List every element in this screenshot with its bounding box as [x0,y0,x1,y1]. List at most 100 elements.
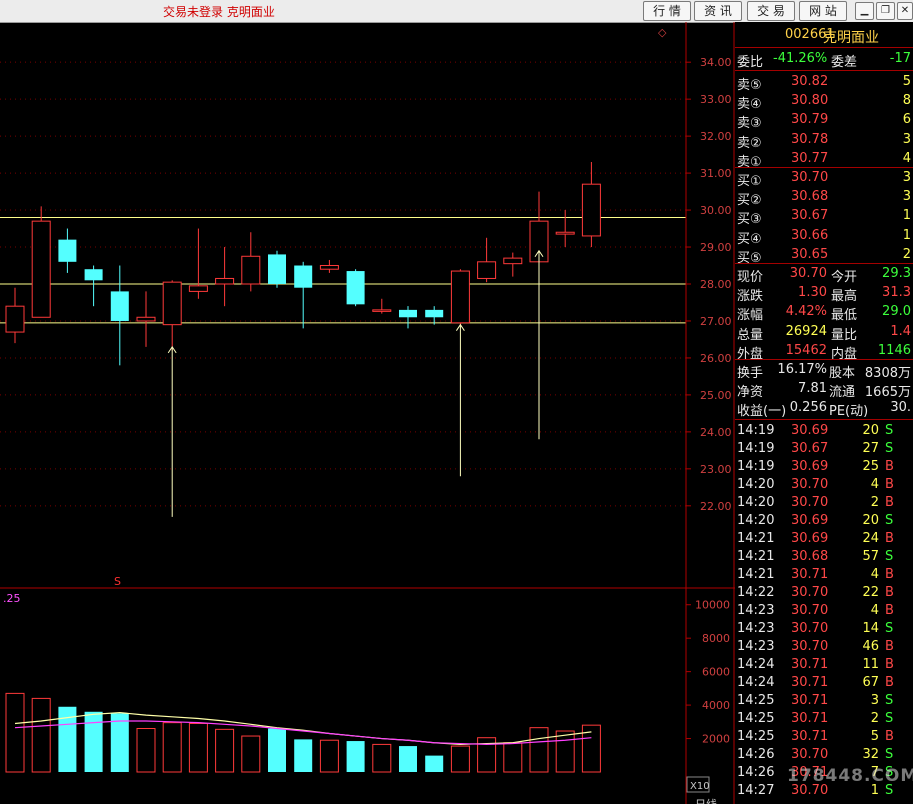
volume-bar [268,728,286,772]
order-ratio-row: 委比 -41.26% 委差 -17 [735,50,913,70]
quotes-button[interactable]: 行 情 [643,1,691,21]
stat-label-2: 最低 [831,308,858,324]
volume-bar [294,739,313,772]
tick-price: 30.70 [791,747,829,762]
buy-volume: 3 [902,170,911,185]
buy-row: 买④ 30.66 1 [735,227,913,247]
candle [110,265,129,366]
volume-tick-label: 4000 [702,699,730,712]
stat-value-2: 1.4 [890,323,911,339]
tick-side: S [885,423,894,438]
tick-time: 14:20 [737,495,775,510]
stat-label: 总量 [737,327,764,343]
tick-side: S [885,441,894,456]
tick-volume: 4 [870,477,879,492]
tick-price: 30.71 [791,729,829,744]
tick-price: 30.70 [791,585,829,600]
order-diff-value: -17 [889,51,911,66]
tick-side: B [885,459,894,474]
candle [399,306,417,329]
sell-volume: 6 [902,112,911,128]
buy-label: 买② [737,193,762,209]
buy-label: 买④ [737,231,762,247]
fund-value-2: 8308万 [864,366,911,381]
buy-label: 买① [737,174,762,189]
tick-price: 30.70 [791,477,829,492]
buy-row: 买③ 30.67 1 [735,207,913,227]
tick-volume: 2 [870,495,879,510]
tick-time: 14:27 [737,783,775,798]
period-label[interactable]: 日线 [695,797,717,804]
tick-time: 14:19 [737,441,775,456]
fund-value: 7.81 [798,381,827,397]
kline-chart[interactable]: 34.00 33.00 32.00 31.00 30.00 29.00 28.00 27.00… [0,22,735,804]
s-marker: S [114,575,121,588]
tick-time: 14:23 [737,621,775,636]
sell-row: 卖③ 30.79 6 [735,111,913,131]
sell-volume: 4 [902,150,911,166]
tick-time: 14:26 [737,747,775,762]
volume-axis: 10000 8000 6000 4000 2000 [686,599,730,746]
tick-price: 30.70 [791,603,829,618]
volume-bar [215,728,235,773]
candle [58,228,77,273]
stat-label-2: 量比 [831,327,858,343]
price-tick-label: 30.00 [700,204,732,217]
tick-time: 14:22 [737,585,775,600]
buy-row: 买② 30.68 3 [735,188,913,209]
tick-side: S [885,711,894,726]
stat-label: 现价 [737,270,764,285]
tick-time: 14:20 [737,477,775,492]
sell-row: 卖⑤ 30.82 5 [735,73,913,93]
tick-side: B [885,657,894,672]
sell-price: 30.78 [791,131,829,147]
close-icon[interactable]: ✕ [897,2,913,20]
volume-bar [188,722,208,773]
fundamental-row: 净资 7.81 流通 1665万 [735,380,913,401]
tick-row: 14:23 30.70 4 B [735,602,913,621]
tick-volume: 3 [870,693,879,708]
fund-label-2: PE(动) [829,404,869,420]
candle [346,269,365,307]
news-button[interactable]: 资 讯 [694,1,742,21]
volume-bar [136,728,156,773]
website-button[interactable]: 网 站 [799,1,847,21]
candle [477,237,497,283]
tick-price: 30.69 [791,459,829,474]
candle [450,269,470,325]
tick-side: S [885,747,894,762]
tick-price: 30.70 [791,621,829,636]
restore-icon[interactable]: ❐ [876,2,895,20]
tick-side: B [885,603,894,618]
tick-price: 30.70 [791,639,829,654]
stock-name: 克明面业 [823,30,879,46]
stat-row: 外盘 15462 内盘 1146 [735,342,913,362]
sell-price: 30.80 [791,93,829,109]
tick-time: 14:19 [737,459,775,474]
tick-price: 30.70 [791,495,829,510]
stat-row: 涨幅 4.42% 最低 29.0 [735,303,913,324]
tick-side: B [885,639,894,654]
tick-price: 30.71 [791,567,829,582]
volume-bar [241,735,261,773]
stat-label: 涨跌 [737,289,764,305]
sell-row: 卖② 30.78 3 [735,131,913,151]
tick-row: 14:26 30.70 32 S [735,746,913,765]
tick-side: B [885,585,894,600]
volume-bar [346,741,365,772]
sell-volume: 5 [902,74,911,89]
order-ratio-label: 委比 [737,55,764,70]
volume-bar [555,730,575,773]
tick-row: 14:22 30.70 22 B [735,584,913,603]
tick-time: 14:21 [737,567,775,582]
volume-bars [5,692,601,773]
fund-label: 净资 [737,385,764,401]
tick-row: 14:20 30.70 2 B [735,494,913,513]
tick-side: S [885,621,894,636]
tick-volume: 25 [862,459,879,474]
candle [241,232,261,292]
minimize-icon[interactable]: ▁ [855,2,874,20]
sell-label: 卖② [737,135,762,151]
title-bar: 交易未登录 克明面业 行 情 资 讯 交 易 网 站 ▁ ❐ ✕ [0,0,913,23]
trade-button[interactable]: 交 易 [747,1,795,21]
